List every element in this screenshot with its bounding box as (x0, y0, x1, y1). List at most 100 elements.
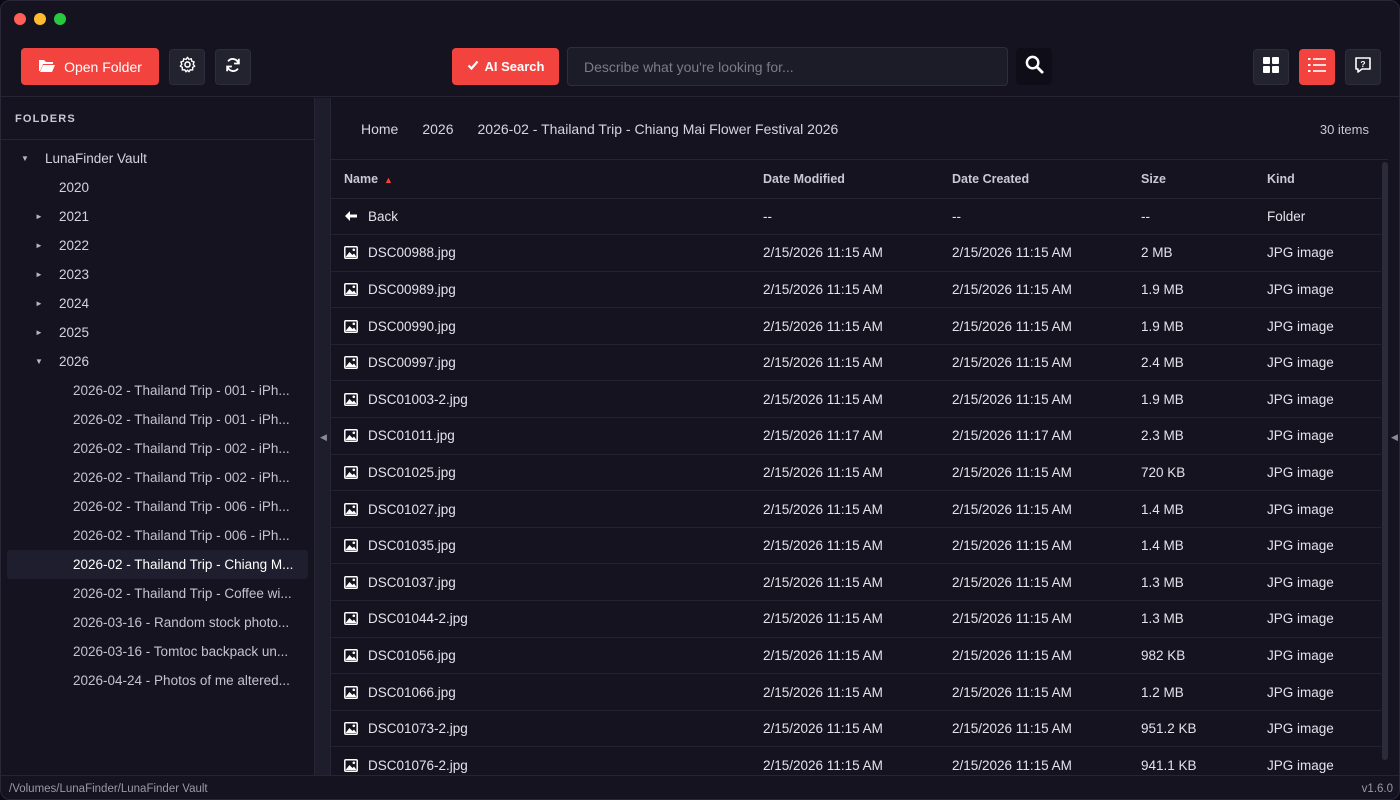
table-scrollbar[interactable] (1381, 160, 1388, 775)
table-row[interactable]: DSC01056.jpg 2/15/2026 11:15 AM 2/15/2026 … (331, 637, 1381, 675)
tree-item-subfolder[interactable]: 2026-02 - Thailand Trip - 006 - iPh... (7, 492, 308, 521)
table-row[interactable]: DSC00990.jpg 2/15/2026 11:15 AM 2/15/2026 … (331, 307, 1381, 345)
breadcrumb-current-folder[interactable]: 2026-02 - Thailand Trip - Chiang Mai Flo… (466, 121, 851, 137)
collapse-right-icon[interactable]: ◀ (1391, 432, 1398, 443)
table-row[interactable]: DSC01037.jpg 2/15/2026 11:15 AM 2/15/2026 … (331, 563, 1381, 602)
close-window-button[interactable] (14, 13, 26, 25)
help-button[interactable]: ? (1345, 49, 1381, 85)
table-row[interactable]: DSC00997.jpg 2/15/2026 11:15 AM 2/15/2026 … (331, 344, 1381, 382)
breadcrumb-year[interactable]: 2026 (410, 121, 465, 137)
right-panel-splitter[interactable]: ◀ (1388, 98, 1399, 775)
chevron-down-icon[interactable]: ▼ (21, 154, 35, 163)
date-modified-cell: 2/15/2026 11:15 AM (750, 454, 939, 492)
size-cell: 720 KB (1128, 454, 1254, 492)
back-row[interactable]: Back -- -- -- Folder (331, 198, 1381, 236)
image-icon (344, 283, 358, 296)
settings-button[interactable] (169, 49, 205, 85)
kind-cell: JPG image (1254, 380, 1381, 419)
column-header-name[interactable]: Name ▲ (331, 160, 750, 199)
column-header-date-modified[interactable]: Date Modified (750, 160, 939, 199)
size-cell: 1.9 MB (1128, 271, 1254, 309)
tree-item-subfolder[interactable]: 2026-04-24 - Photos of me altered... (7, 666, 308, 695)
tree-item-subfolder[interactable]: 2026-02 - Thailand Trip - 002 - iPh... (7, 434, 308, 463)
item-count: 30 items (1319, 122, 1369, 137)
table-row[interactable]: DSC00988.jpg 2/15/2026 11:15 AM 2/15/2026 … (331, 234, 1381, 272)
image-icon (344, 722, 358, 736)
table-row[interactable]: DSC01003-2.jpg 2/15/2026 11:15 AM 2/15/202… (331, 380, 1381, 419)
tree-item-subfolder[interactable]: 2026-02 - Thailand Trip - 002 - iPh... (7, 463, 308, 492)
tree-item-year[interactable]: ► 2021 (7, 202, 308, 231)
refresh-button[interactable] (215, 49, 251, 85)
search-button[interactable] (1016, 48, 1052, 85)
tree-item-subfolder[interactable]: 2026-02 - Thailand Trip - Chiang M... (7, 550, 308, 579)
zoom-window-button[interactable] (54, 13, 66, 25)
chevron-right-icon[interactable]: ► (35, 299, 49, 308)
table-row[interactable]: DSC01044-2.jpg 2/15/2026 11:15 AM 2/15/202… (331, 600, 1381, 638)
column-header-kind[interactable]: Kind (1254, 160, 1381, 199)
open-folder-button[interactable]: Open Folder (21, 48, 159, 85)
table-row[interactable]: DSC01011.jpg 2/15/2026 11:17 AM 2/15/2026 … (331, 417, 1381, 455)
tree-item-year[interactable]: ► 2024 (7, 289, 308, 318)
search-input[interactable] (567, 47, 1008, 86)
ai-search-button[interactable]: AI Search (452, 48, 559, 85)
status-bar: /Volumes/LunaFinder/LunaFinder Vault v1.… (1, 775, 1399, 799)
date-modified-cell: 2/15/2026 11:15 AM (750, 234, 939, 272)
file-name: DSC00988.jpg (368, 245, 456, 261)
breadcrumb-home[interactable]: Home (349, 121, 410, 137)
table-row[interactable]: DSC01066.jpg 2/15/2026 11:15 AM 2/15/2026 … (331, 673, 1381, 711)
tree-item-root[interactable]: ▼ LunaFinder Vault (7, 144, 308, 173)
table-row[interactable]: DSC01025.jpg 2/15/2026 11:15 AM 2/15/2026 … (331, 454, 1381, 492)
date-created-cell: 2/15/2026 11:15 AM (939, 637, 1128, 675)
tree-item-subfolder[interactable]: 2026-03-16 - Tomtoc backpack un... (7, 637, 308, 666)
image-icon (344, 502, 358, 516)
tree-item-year[interactable]: ► 2023 (7, 260, 308, 289)
column-header-size[interactable]: Size (1128, 160, 1254, 199)
chevron-right-icon[interactable]: ► (35, 270, 49, 279)
table-row[interactable]: DSC01035.jpg 2/15/2026 11:15 AM 2/15/2026 … (331, 527, 1381, 565)
collapse-left-icon[interactable]: ◀ (320, 432, 327, 443)
image-icon (344, 392, 358, 406)
column-header-date-created[interactable]: Date Created (939, 160, 1128, 199)
image-icon (344, 539, 358, 553)
tree-item-year[interactable]: ► 2022 (7, 231, 308, 260)
file-name: DSC01027.jpg (368, 501, 456, 517)
file-name: DSC01044-2.jpg (368, 611, 468, 627)
kind-cell: JPG image (1254, 307, 1381, 345)
size-cell: -- (1128, 198, 1254, 236)
current-path: /Volumes/LunaFinder/LunaFinder Vault (9, 782, 208, 795)
tree-item-year[interactable]: ► 2025 (7, 318, 308, 347)
kind-cell: JPG image (1254, 271, 1381, 309)
tree-item-subfolder[interactable]: 2026-03-16 - Random stock photo... (7, 608, 308, 637)
table-row[interactable]: DSC00989.jpg 2/15/2026 11:15 AM 2/15/2026 … (331, 271, 1381, 309)
chevron-right-icon[interactable]: ► (35, 212, 49, 221)
minimize-window-button[interactable] (34, 13, 46, 25)
size-cell: 2 MB (1128, 234, 1254, 272)
name-cell: DSC01003-2.jpg (331, 380, 750, 419)
grid-view-button[interactable] (1253, 49, 1289, 85)
list-view-button[interactable] (1299, 49, 1335, 85)
toolbar: Open Folder AI Search Describe what you'… (1, 37, 1399, 97)
size-cell: 982 KB (1128, 637, 1254, 675)
tree-item-subfolder[interactable]: 2026-02 - Thailand Trip - 001 - iPh... (7, 405, 308, 434)
tree-item-label: 2022 (59, 238, 90, 253)
chevron-right-icon[interactable]: ► (35, 241, 49, 250)
file-name: DSC01066.jpg (368, 684, 456, 700)
tree-item-subfolder[interactable]: 2026-02 - Thailand Trip - Coffee wi... (7, 579, 308, 608)
tree-item-label: 2026-03-16 - Tomtoc backpack un... (73, 644, 289, 659)
tree-item-year[interactable]: ▼ 2026 (7, 347, 308, 376)
ai-search-label: AI Search (484, 59, 545, 74)
tree-item-label: 2026-02 - Thailand Trip - 006 - iPh... (73, 528, 290, 543)
chevron-down-icon[interactable]: ▼ (35, 357, 49, 366)
tree-item-subfolder[interactable]: 2026-02 - Thailand Trip - 006 - iPh... (7, 521, 308, 550)
table-row[interactable]: DSC01073-2.jpg 2/15/2026 11:15 AM 2/15/202… (331, 710, 1381, 748)
name-cell: DSC01027.jpg (331, 490, 750, 528)
sidebar-splitter[interactable]: ◀ (314, 98, 331, 775)
chevron-right-icon[interactable]: ► (35, 328, 49, 337)
name-cell: DSC01073-2.jpg (331, 710, 750, 748)
date-modified-cell: 2/15/2026 11:15 AM (750, 344, 939, 382)
table-row[interactable]: DSC01027.jpg 2/15/2026 11:15 AM 2/15/2026 … (331, 490, 1381, 528)
date-created-cell: -- (939, 198, 1128, 236)
tree-item-year[interactable]: 2020 (7, 173, 308, 202)
tree-item-subfolder[interactable]: 2026-02 - Thailand Trip - 001 - iPh... (7, 376, 308, 405)
date-modified-cell: 2/15/2026 11:15 AM (750, 527, 939, 565)
